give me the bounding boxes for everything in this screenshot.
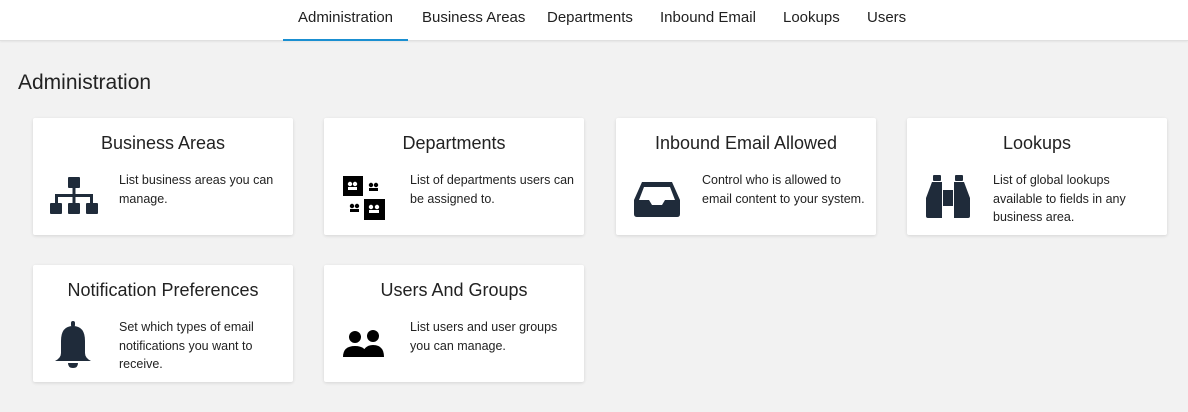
card-description: Set which types of email notifications y… bbox=[119, 320, 254, 371]
page-title: Administration bbox=[18, 71, 152, 94]
top-nav: Administration Business Areas Department… bbox=[0, 0, 1188, 41]
card-title: Business Areas bbox=[100, 133, 226, 153]
sitemap-icon bbox=[49, 174, 99, 222]
binoculars-icon bbox=[923, 174, 973, 222]
card-title: Departments bbox=[402, 133, 506, 153]
card-lookups[interactable]: Lookups List of global lookups available… bbox=[907, 118, 1167, 235]
card-notification-preferences[interactable]: Notification Preferences Set which types… bbox=[33, 265, 293, 382]
card-description: List of global lookups available to fiel… bbox=[993, 173, 1126, 224]
bell-icon bbox=[49, 321, 99, 369]
card-departments[interactable]: Departments List of departments users ca… bbox=[324, 118, 584, 235]
card-title: Users And Groups bbox=[380, 280, 528, 300]
card-inbound-email-allowed[interactable]: Inbound Email Allowed Control who is all… bbox=[616, 118, 876, 235]
users-icon bbox=[340, 321, 390, 369]
card-description: Control who is allowed to email content … bbox=[702, 173, 865, 206]
tab-administration[interactable]: Administration bbox=[283, 0, 408, 41]
tab-departments[interactable]: Departments bbox=[547, 0, 633, 41]
card-title: Lookups bbox=[1002, 133, 1072, 153]
tab-inbound-email[interactable]: Inbound Email bbox=[660, 0, 756, 41]
card-users-and-groups[interactable]: Users And Groups List users and user gro… bbox=[324, 265, 584, 382]
card-description: List users and user groups you can manag… bbox=[410, 320, 558, 353]
tab-business-areas[interactable]: Business Areas bbox=[422, 0, 525, 41]
tab-users[interactable]: Users bbox=[867, 0, 906, 41]
card-description: List business areas you can manage. bbox=[119, 173, 274, 206]
card-business-areas[interactable]: Business Areas List business areas you c… bbox=[33, 118, 293, 235]
departments-icon bbox=[340, 174, 390, 222]
inbox-icon bbox=[632, 174, 682, 222]
tab-lookups[interactable]: Lookups bbox=[783, 0, 840, 41]
card-title: Inbound Email Allowed bbox=[654, 133, 838, 153]
card-title: Notification Preferences bbox=[67, 280, 259, 300]
card-description: List of departments users can be assigne… bbox=[410, 173, 574, 206]
